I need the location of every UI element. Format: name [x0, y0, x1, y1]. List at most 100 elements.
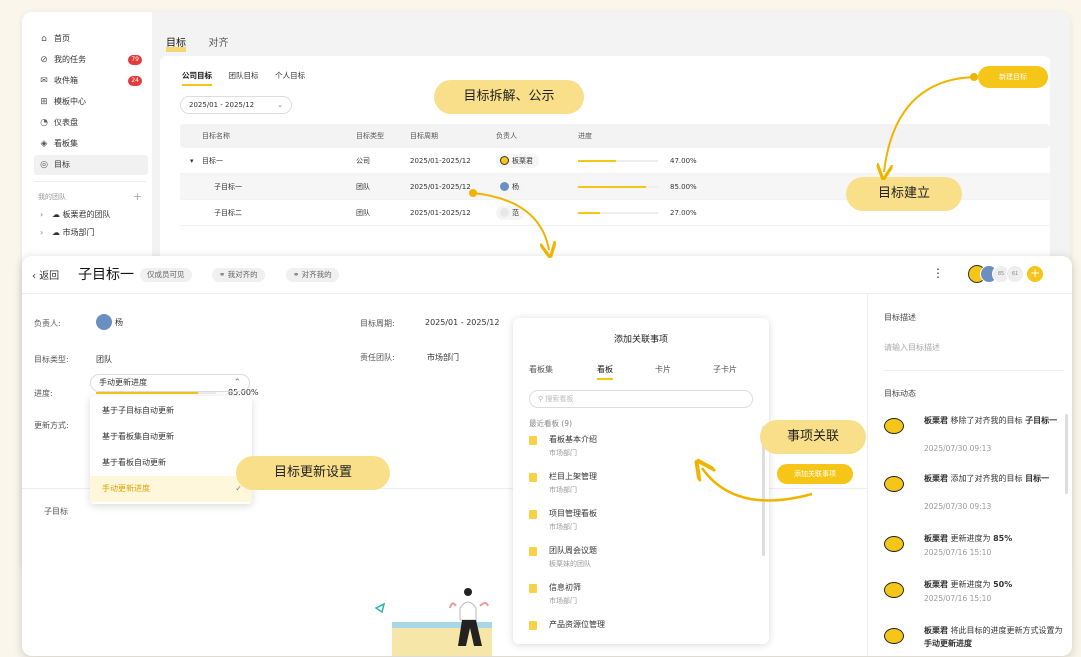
activity-user: 板栗君	[924, 416, 948, 425]
detail-header: ‹ 返回 子目标一 仅成员可见 ⚭ 我对齐的 ⚭ 对齐我的 ⋮ 85 61 +	[22, 256, 1072, 294]
tab-subcards[interactable]: 子卡片	[713, 364, 737, 375]
table-row[interactable]: ▾ 目标一 公司 2025/01-2025/12 板栗君 47.00%	[180, 148, 1050, 174]
sidebar-item-templates[interactable]: ⊞ 模板中心	[34, 92, 148, 112]
option-label: 手动更新进度	[102, 484, 150, 493]
list-item[interactable]: 项目管理看板 市场部门	[529, 508, 749, 544]
sidebar-team-1[interactable]: › ☁ 板栗君的团队	[22, 206, 152, 224]
owner-name: 杨	[115, 318, 123, 327]
activity-time: 2025/07/16 15:10	[924, 594, 992, 603]
sidebar-item-my-tasks[interactable]: ⊘ 我的任务 79	[34, 50, 148, 70]
activity-label: 目标动态	[884, 389, 916, 398]
progress-bar	[578, 212, 658, 214]
activity-text: 板栗君 更新进度为 50%	[924, 578, 1064, 591]
activity-user: 板栗君	[924, 580, 948, 589]
right-panel: 目标描述 请输入目标描述 目标动态 板栗君 移除了对齐我的目标 子目标一 202…	[868, 294, 1072, 656]
chevron-right-icon: ›	[40, 210, 44, 219]
tab-align[interactable]: 对齐	[209, 34, 229, 49]
board-icon	[529, 510, 537, 519]
progress-fill	[578, 160, 616, 162]
sidebar-item-label: 我的任务	[54, 55, 86, 64]
activity-text: 板栗君 移除了对齐我的目标 子目标一	[924, 414, 1064, 427]
list-item[interactable]: 信息初筛 市场部门	[529, 582, 749, 618]
period-select[interactable]: 2025/01 - 2025/12 ⌄	[180, 96, 292, 114]
add-related-item-button[interactable]: 添加关联事项	[777, 464, 853, 484]
goal-owner: 范	[496, 200, 525, 226]
sidebar-item-dashboard[interactable]: ◔ 仪表盘	[34, 113, 148, 133]
plus-icon[interactable]: +	[133, 188, 142, 206]
aligned-by-me-pill[interactable]: ⚭ 我对齐的	[212, 268, 265, 282]
activity-user: 板栗君	[924, 626, 948, 635]
callout-decompose: 目标拆解、公示	[434, 80, 584, 114]
add-member-icon[interactable]: +	[1026, 265, 1044, 283]
tab-cards[interactable]: 卡片	[655, 364, 671, 375]
list-item[interactable]: 产品资源位管理	[529, 619, 749, 644]
tab-boards[interactable]: 看板	[597, 364, 613, 380]
tab-goals[interactable]: 目标	[166, 34, 186, 52]
avatar	[500, 208, 509, 217]
item-team: 板栗妹的团队	[549, 560, 591, 568]
board-icon	[529, 547, 537, 556]
progress-fill	[578, 212, 600, 214]
tab-company-goals[interactable]: 公司目标	[182, 70, 212, 86]
item-team: 市场部门	[549, 523, 577, 531]
tab-personal-goals[interactable]: 个人目标	[275, 70, 305, 81]
add-related-items-panel: 添加关联事项 看板集 看板 卡片 子卡片 ⚲ 搜索看板 最近看板 (9) 看板基…	[513, 318, 769, 644]
scrollbar[interactable]	[1065, 414, 1068, 494]
option-boardset-auto[interactable]: 基于看板集自动更新	[90, 424, 252, 450]
aligned-to-me-pill[interactable]: ⚭ 对齐我的	[286, 268, 339, 282]
progress-bar	[578, 160, 658, 162]
col-type: 目标类型	[356, 132, 384, 140]
col-owner: 负责人	[496, 132, 517, 140]
sidebar-item-label: 收件箱	[54, 76, 78, 85]
visibility-pill[interactable]: 仅成员可见	[140, 268, 192, 282]
more-icon[interactable]: ⋮	[932, 266, 944, 280]
sidebar-item-goals[interactable]: ◎ 目标	[34, 155, 148, 175]
avatar	[500, 156, 509, 165]
desc-input[interactable]: 请输入目标描述	[884, 342, 940, 353]
sidebar-item-label: 首页	[54, 34, 70, 43]
list-item[interactable]: 团队周会议题 板栗妹的团队	[529, 545, 749, 581]
search-input[interactable]: ⚲ 搜索看板	[529, 390, 753, 408]
progress-label: 进度:	[34, 389, 53, 398]
list-item[interactable]: 栏目上架管理 市场部门	[529, 471, 749, 507]
sub-goal-label: 子目标	[44, 507, 68, 516]
sidebar-team-2[interactable]: › ☁ 市场部门	[22, 224, 152, 242]
pill-label: 对齐我的	[301, 270, 332, 279]
table-header: 目标名称 目标类型 目标周期 负责人 进度	[180, 124, 1050, 148]
member-avatars[interactable]: 85 61 +	[962, 265, 1052, 285]
pill-label: 我对齐的	[227, 270, 258, 279]
owner-chip: 范	[496, 206, 525, 220]
goal-period: 2025/01-2025/12	[410, 183, 471, 191]
recent-boards-header: 最近看板 (9)	[529, 419, 573, 428]
list-item[interactable]: 看板基本介绍 市场部门	[529, 434, 749, 470]
tab-boardsets[interactable]: 看板集	[529, 364, 553, 375]
avatar	[500, 182, 509, 191]
progress-bar[interactable]	[96, 392, 216, 394]
back-button[interactable]: ‹ 返回	[32, 267, 59, 282]
option-manual[interactable]: 手动更新进度 ✓	[90, 476, 252, 502]
team-header-label: 我的团队	[38, 193, 66, 201]
check-circle-icon: ⊘	[40, 55, 48, 65]
avatar	[884, 582, 904, 598]
owner-value[interactable]: 杨	[96, 314, 123, 330]
activity-object: 目标一	[1025, 474, 1050, 483]
activity-user: 板栗君	[924, 534, 948, 543]
sidebar-item-home[interactable]: ⌂ 首页	[34, 29, 148, 49]
goal-type: 团队	[356, 209, 370, 217]
option-subgoal-auto[interactable]: 基于子目标自动更新	[90, 398, 252, 424]
goal-name: 子目标一	[214, 183, 242, 191]
avatar	[884, 628, 904, 644]
sidebar-item-boardsets[interactable]: ◈ 看板集	[34, 134, 148, 154]
type-value: 团队	[96, 355, 112, 364]
new-goal-button[interactable]: 新建目标	[978, 66, 1048, 88]
expand-caret-icon[interactable]: ▾	[190, 148, 194, 174]
activity-object: 手动更新进度	[924, 639, 972, 648]
activity-user: 板栗君	[924, 474, 948, 483]
update-method-select[interactable]: 手动更新进度 ⌃	[90, 374, 250, 392]
tab-team-goals[interactable]: 团队目标	[229, 70, 259, 81]
activity-action: 将此目标的进度更新方式设置为	[950, 626, 1063, 635]
callout-update: 目标更新设置	[236, 456, 390, 490]
sidebar-item-inbox[interactable]: ✉ 收件箱 24	[34, 71, 148, 91]
activity-text: 板栗君 将此目标的进度更新方式设置为 手动更新进度	[924, 624, 1064, 650]
option-board-auto[interactable]: 基于看板自动更新	[90, 450, 252, 476]
